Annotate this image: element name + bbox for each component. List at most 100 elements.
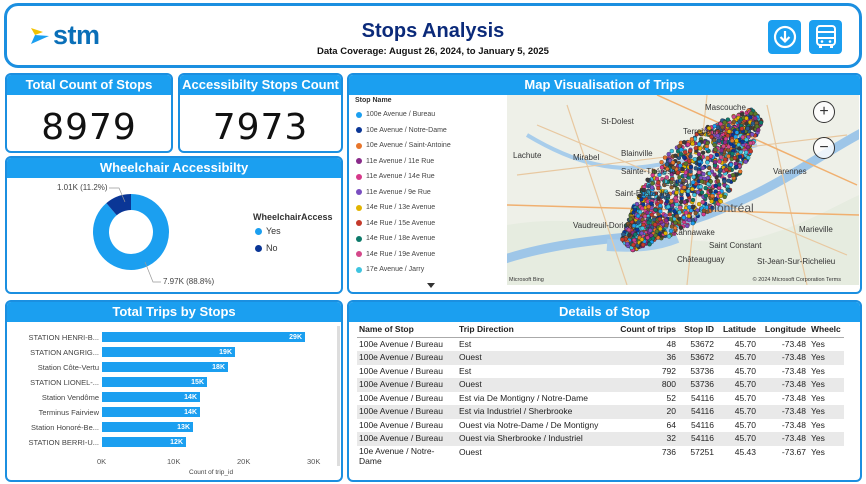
zoom-in-button[interactable]: + bbox=[813, 101, 835, 123]
stop-marker[interactable] bbox=[734, 130, 740, 135]
stop-marker[interactable] bbox=[690, 180, 696, 185]
stop-marker[interactable] bbox=[713, 189, 718, 194]
stop-marker[interactable] bbox=[725, 117, 731, 122]
stop-marker[interactable] bbox=[664, 199, 670, 204]
stop-marker[interactable] bbox=[690, 141, 695, 146]
stop-marker[interactable] bbox=[649, 201, 654, 206]
stop-marker[interactable] bbox=[658, 203, 663, 208]
stop-marker[interactable] bbox=[723, 136, 729, 142]
stop-marker[interactable] bbox=[673, 153, 678, 158]
stop-marker[interactable] bbox=[715, 178, 721, 184]
map-legend-item[interactable]: 10e Avenue / Notre-Dame bbox=[356, 127, 447, 134]
stop-marker[interactable] bbox=[681, 215, 686, 220]
stop-marker[interactable] bbox=[730, 151, 735, 156]
stop-marker[interactable] bbox=[716, 138, 722, 143]
stop-marker[interactable] bbox=[677, 210, 682, 215]
stop-marker[interactable] bbox=[635, 227, 640, 232]
table-row[interactable]: 100e Avenue / Bureau Est 48 53672 45.70 -73.4… bbox=[357, 338, 844, 352]
stop-marker[interactable] bbox=[674, 190, 679, 195]
map-legend-item[interactable]: 14e Rue / 15e Avenue bbox=[356, 220, 435, 227]
stop-marker[interactable] bbox=[648, 228, 653, 233]
stop-marker[interactable] bbox=[685, 192, 691, 197]
stop-marker[interactable] bbox=[738, 149, 743, 155]
stop-marker[interactable] bbox=[662, 155, 668, 160]
stop-marker[interactable] bbox=[722, 120, 727, 125]
donut-slice-yes[interactable] bbox=[93, 194, 169, 270]
stop-marker[interactable] bbox=[726, 188, 732, 193]
map-legend-item[interactable]: 14e Rue / 18e Avenue bbox=[356, 235, 435, 242]
stop-marker[interactable] bbox=[726, 123, 731, 128]
stop-marker[interactable] bbox=[696, 170, 702, 175]
stop-marker[interactable] bbox=[632, 237, 637, 243]
stop-marker[interactable] bbox=[640, 242, 646, 247]
stop-marker[interactable] bbox=[650, 236, 656, 241]
stop-marker[interactable] bbox=[707, 165, 712, 171]
stop-marker[interactable] bbox=[712, 172, 717, 177]
stop-marker[interactable] bbox=[734, 138, 739, 143]
stop-marker[interactable] bbox=[718, 155, 724, 160]
stop-marker[interactable] bbox=[627, 232, 632, 238]
stop-marker[interactable] bbox=[666, 204, 671, 209]
stop-marker[interactable] bbox=[700, 199, 705, 205]
stop-marker[interactable] bbox=[680, 167, 685, 172]
stop-marker[interactable] bbox=[703, 193, 708, 199]
stop-marker[interactable] bbox=[650, 181, 655, 186]
stop-marker[interactable] bbox=[668, 217, 674, 222]
table-row[interactable]: 100e Avenue / Bureau Ouest 800 53736 45.70 -7… bbox=[357, 378, 844, 392]
stop-marker[interactable] bbox=[646, 220, 651, 225]
stop-marker[interactable] bbox=[654, 229, 660, 234]
stop-marker[interactable] bbox=[664, 162, 670, 167]
stop-marker[interactable] bbox=[734, 172, 739, 177]
stop-marker[interactable] bbox=[730, 172, 736, 178]
column-header[interactable]: Trip Direction bbox=[457, 322, 617, 338]
column-header[interactable]: Count of trips bbox=[617, 322, 679, 338]
legend-item-no[interactable]: No bbox=[255, 243, 278, 253]
stop-marker[interactable] bbox=[745, 126, 750, 131]
stop-marker[interactable] bbox=[748, 115, 753, 120]
chart-scrollbar[interactable] bbox=[337, 326, 340, 466]
stop-marker[interactable] bbox=[683, 161, 688, 166]
stop-marker[interactable] bbox=[696, 152, 702, 157]
stop-marker[interactable] bbox=[726, 178, 731, 183]
map-legend-item[interactable]: 11e Avenue / 9e Rue bbox=[356, 189, 431, 196]
stop-marker[interactable] bbox=[683, 150, 688, 155]
stop-marker[interactable] bbox=[685, 188, 691, 194]
stop-marker[interactable] bbox=[645, 235, 650, 240]
stop-marker[interactable] bbox=[681, 155, 687, 160]
stop-marker[interactable] bbox=[697, 141, 702, 147]
stop-marker[interactable] bbox=[722, 194, 727, 200]
stop-marker[interactable] bbox=[731, 143, 736, 149]
stop-marker[interactable] bbox=[672, 209, 677, 214]
stop-marker[interactable] bbox=[637, 209, 643, 215]
stop-marker[interactable] bbox=[667, 212, 672, 217]
stop-marker[interactable] bbox=[673, 195, 678, 201]
stop-marker[interactable] bbox=[705, 160, 710, 165]
stop-marker[interactable] bbox=[713, 147, 718, 152]
table-row[interactable]: 10e Avenue / Notre-Dame Ouest 736 57251 45.4… bbox=[357, 446, 844, 466]
stop-marker[interactable] bbox=[740, 112, 745, 117]
stop-marker[interactable] bbox=[697, 162, 702, 167]
map-legend-item[interactable]: 11e Avenue / 14e Rue bbox=[356, 173, 435, 180]
stop-marker[interactable] bbox=[688, 148, 693, 154]
stop-marker[interactable] bbox=[733, 134, 738, 139]
stop-marker[interactable] bbox=[658, 209, 663, 214]
stop-marker[interactable] bbox=[691, 204, 696, 209]
stop-marker[interactable] bbox=[682, 140, 687, 145]
stop-marker[interactable] bbox=[654, 176, 660, 181]
stop-marker[interactable] bbox=[698, 146, 703, 151]
stop-marker[interactable] bbox=[705, 155, 710, 161]
stop-marker[interactable] bbox=[663, 231, 668, 236]
stop-marker[interactable] bbox=[700, 150, 706, 155]
stop-marker[interactable] bbox=[708, 179, 713, 184]
stop-marker[interactable] bbox=[753, 116, 758, 121]
stop-marker[interactable] bbox=[731, 114, 736, 119]
stop-marker[interactable] bbox=[678, 199, 684, 205]
table-row[interactable]: 100e Avenue / Bureau Ouest 36 53672 45.70 -73… bbox=[357, 351, 844, 365]
stop-marker[interactable] bbox=[670, 160, 676, 165]
stop-marker[interactable] bbox=[639, 237, 645, 242]
stop-marker[interactable] bbox=[659, 199, 664, 205]
stop-marker[interactable] bbox=[687, 205, 692, 210]
stop-marker[interactable] bbox=[739, 126, 745, 131]
stop-marker[interactable] bbox=[692, 157, 698, 162]
stop-marker[interactable] bbox=[744, 116, 749, 121]
